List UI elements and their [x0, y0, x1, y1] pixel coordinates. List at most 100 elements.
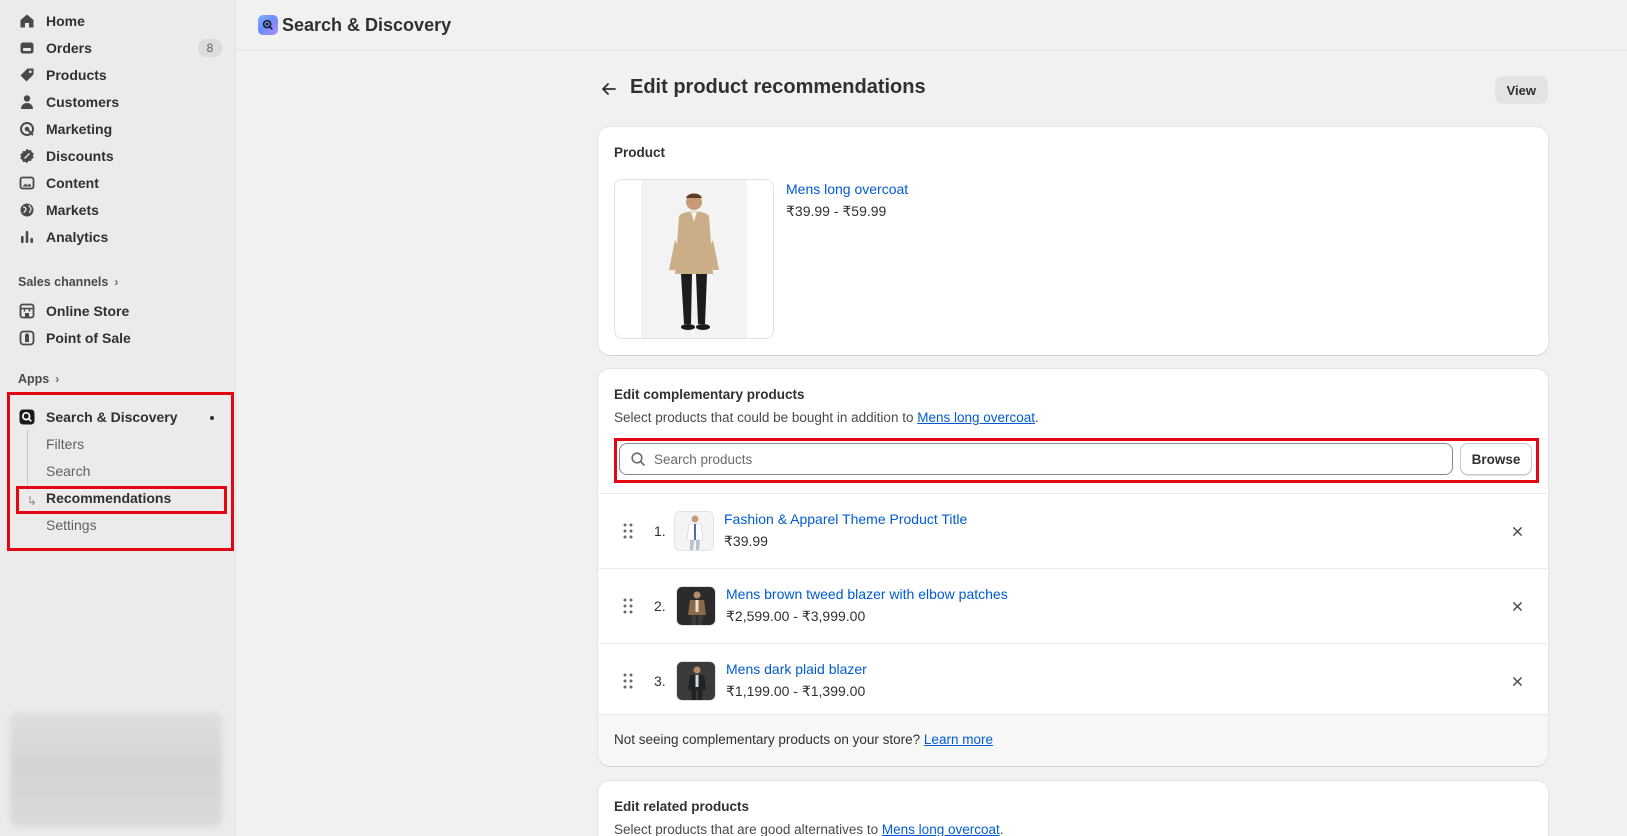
product-thumbnail: [676, 586, 716, 626]
sidebar-item-home[interactable]: Home: [18, 8, 224, 34]
complementary-card-footer: Not seeing complementary products on you…: [598, 714, 1548, 766]
product-name-link[interactable]: Mens long overcoat: [786, 181, 908, 197]
row-number: 2.: [654, 598, 666, 614]
product-name-link[interactable]: Mens dark plaid blazer: [726, 661, 867, 677]
product-name-link[interactable]: Fashion & Apparel Theme Product Title: [724, 511, 967, 527]
recommendation-row: 2. Mens brown tweed blazer with elbow pa…: [598, 568, 1548, 643]
sidebar-item-label: Content: [46, 175, 99, 191]
sidebar-subitem-recommendations[interactable]: Recommendations: [46, 486, 171, 510]
chevron-right-icon: ›: [114, 275, 119, 289]
image-icon: [18, 174, 36, 192]
person-icon: [18, 93, 36, 111]
browse-button[interactable]: Browse: [1460, 443, 1532, 475]
sidebar: Home Orders 8 Products Customers Marketi…: [0, 0, 236, 836]
sidebar-subitem-search[interactable]: Search: [46, 459, 90, 483]
related-desc-suffix: .: [999, 822, 1004, 836]
tag-icon: [18, 66, 36, 84]
search-products-input[interactable]: [654, 451, 1434, 467]
sidebar-item-label: Markets: [46, 202, 99, 218]
learn-more-link[interactable]: Learn more: [924, 732, 993, 747]
page-header: Edit product recommendations View: [600, 74, 1548, 106]
row-number: 3.: [654, 673, 666, 689]
remove-icon[interactable]: [1508, 597, 1526, 615]
sidebar-item-customers[interactable]: Customers: [18, 89, 224, 115]
search-products-field[interactable]: [619, 443, 1453, 475]
discount-icon: [18, 147, 36, 165]
product-thumbnail: [614, 179, 774, 339]
complementary-description: Select products that could be bought in …: [614, 410, 1039, 425]
sidebar-item-online-store[interactable]: Online Store: [18, 298, 224, 324]
recommendation-row: 1. Fashion & Apparel Theme Product Title…: [598, 493, 1548, 568]
sidebar-subitem-filters[interactable]: Filters: [46, 432, 84, 456]
overcoat-photo: [641, 180, 747, 338]
globe-icon: [18, 201, 36, 219]
complementary-desc-text: Select products that could be bought in …: [614, 410, 918, 425]
sidebar-item-label: Orders: [46, 40, 92, 56]
sales-channels-label: Sales channels: [18, 275, 109, 289]
drag-handle-icon[interactable]: [622, 672, 634, 690]
complementary-desc-suffix: .: [1035, 410, 1039, 425]
related-description: Select products that are good alternativ…: [614, 822, 1004, 836]
related-desc-text: Select products that are good alternativ…: [614, 822, 882, 836]
submenu-line: [27, 430, 28, 492]
footer-message: Not seeing complementary products on you…: [614, 732, 924, 747]
sidebar-item-point-of-sale[interactable]: Point of Sale: [18, 325, 224, 351]
app-topbar: Search & Discovery: [237, 0, 1627, 51]
sidebar-subitem-settings[interactable]: Settings: [46, 513, 97, 537]
pin-indicator: [210, 416, 214, 420]
orders-icon: [18, 39, 36, 57]
home-icon: [18, 12, 36, 30]
footer-text: Not seeing complementary products on you…: [614, 732, 993, 747]
sidebar-item-label: Search & Discovery: [46, 409, 178, 425]
back-arrow-icon[interactable]: [600, 80, 618, 98]
related-products-card: Edit related products Select products th…: [598, 781, 1548, 836]
sidebar-item-label: Products: [46, 67, 107, 83]
search-discovery-app-icon: [18, 408, 36, 426]
product-thumbnail: [674, 511, 714, 551]
sidebar-item-label: Point of Sale: [46, 330, 131, 346]
chart-icon: [18, 228, 36, 246]
product-card: Product Mens long overcoat ₹39.99 - ₹59.…: [598, 127, 1548, 355]
search-icon: [631, 452, 645, 466]
complementary-product-link[interactable]: Mens long overcoat: [917, 410, 1035, 425]
remove-icon[interactable]: [1508, 522, 1526, 540]
drag-handle-icon[interactable]: [622, 597, 634, 615]
target-icon: [18, 120, 36, 138]
sidebar-item-markets[interactable]: Markets: [18, 197, 224, 223]
sidebar-item-marketing[interactable]: Marketing: [18, 116, 224, 142]
app-title: Search & Discovery: [282, 14, 452, 35]
sidebar-item-label: Customers: [46, 94, 120, 110]
row-number: 1.: [654, 523, 666, 539]
complementary-products-card: Edit complementary products Select produ…: [598, 369, 1548, 766]
sidebar-item-orders[interactable]: Orders 8: [18, 35, 224, 61]
store-icon: [18, 302, 36, 320]
sidebar-item-label: Analytics: [46, 229, 109, 245]
sidebar-item-products[interactable]: Products: [18, 62, 224, 88]
store-switcher-blurred: [10, 712, 222, 827]
search-discovery-logo-icon: [258, 15, 278, 35]
product-price: ₹39.99: [724, 533, 768, 549]
subitem-hook-icon: ↳: [27, 494, 38, 508]
orders-count-badge: 8: [198, 39, 222, 57]
sidebar-item-content[interactable]: Content: [18, 170, 224, 196]
product-price: ₹1,199.00 - ₹1,399.00: [726, 683, 866, 699]
sidebar-item-discounts[interactable]: Discounts: [18, 143, 224, 169]
view-button[interactable]: View: [1494, 76, 1548, 104]
related-card-title: Edit related products: [614, 799, 750, 814]
sidebar-item-label: Marketing: [46, 121, 113, 137]
product-price: ₹39.99 - ₹59.99: [786, 203, 887, 219]
related-product-link[interactable]: Mens long overcoat: [882, 822, 1000, 836]
sales-channels-header[interactable]: Sales channels ›: [18, 275, 118, 289]
complementary-card-title: Edit complementary products: [614, 387, 805, 402]
remove-icon[interactable]: [1508, 672, 1526, 690]
sidebar-item-analytics[interactable]: Analytics: [18, 224, 224, 250]
sidebar-item-label: Home: [46, 13, 85, 29]
apps-header[interactable]: Apps ›: [18, 372, 59, 386]
product-price: ₹2,599.00 - ₹3,999.00: [726, 608, 866, 624]
drag-handle-icon[interactable]: [622, 522, 634, 540]
sidebar-item-search-discovery[interactable]: Search & Discovery: [18, 404, 224, 430]
pos-icon: [18, 329, 36, 347]
product-name-link[interactable]: Mens brown tweed blazer with elbow patch…: [726, 586, 1008, 602]
chevron-right-icon: ›: [55, 372, 60, 386]
recommendation-row: 3. Mens dark plaid blazer ₹1,199.00 - ₹1…: [598, 643, 1548, 718]
